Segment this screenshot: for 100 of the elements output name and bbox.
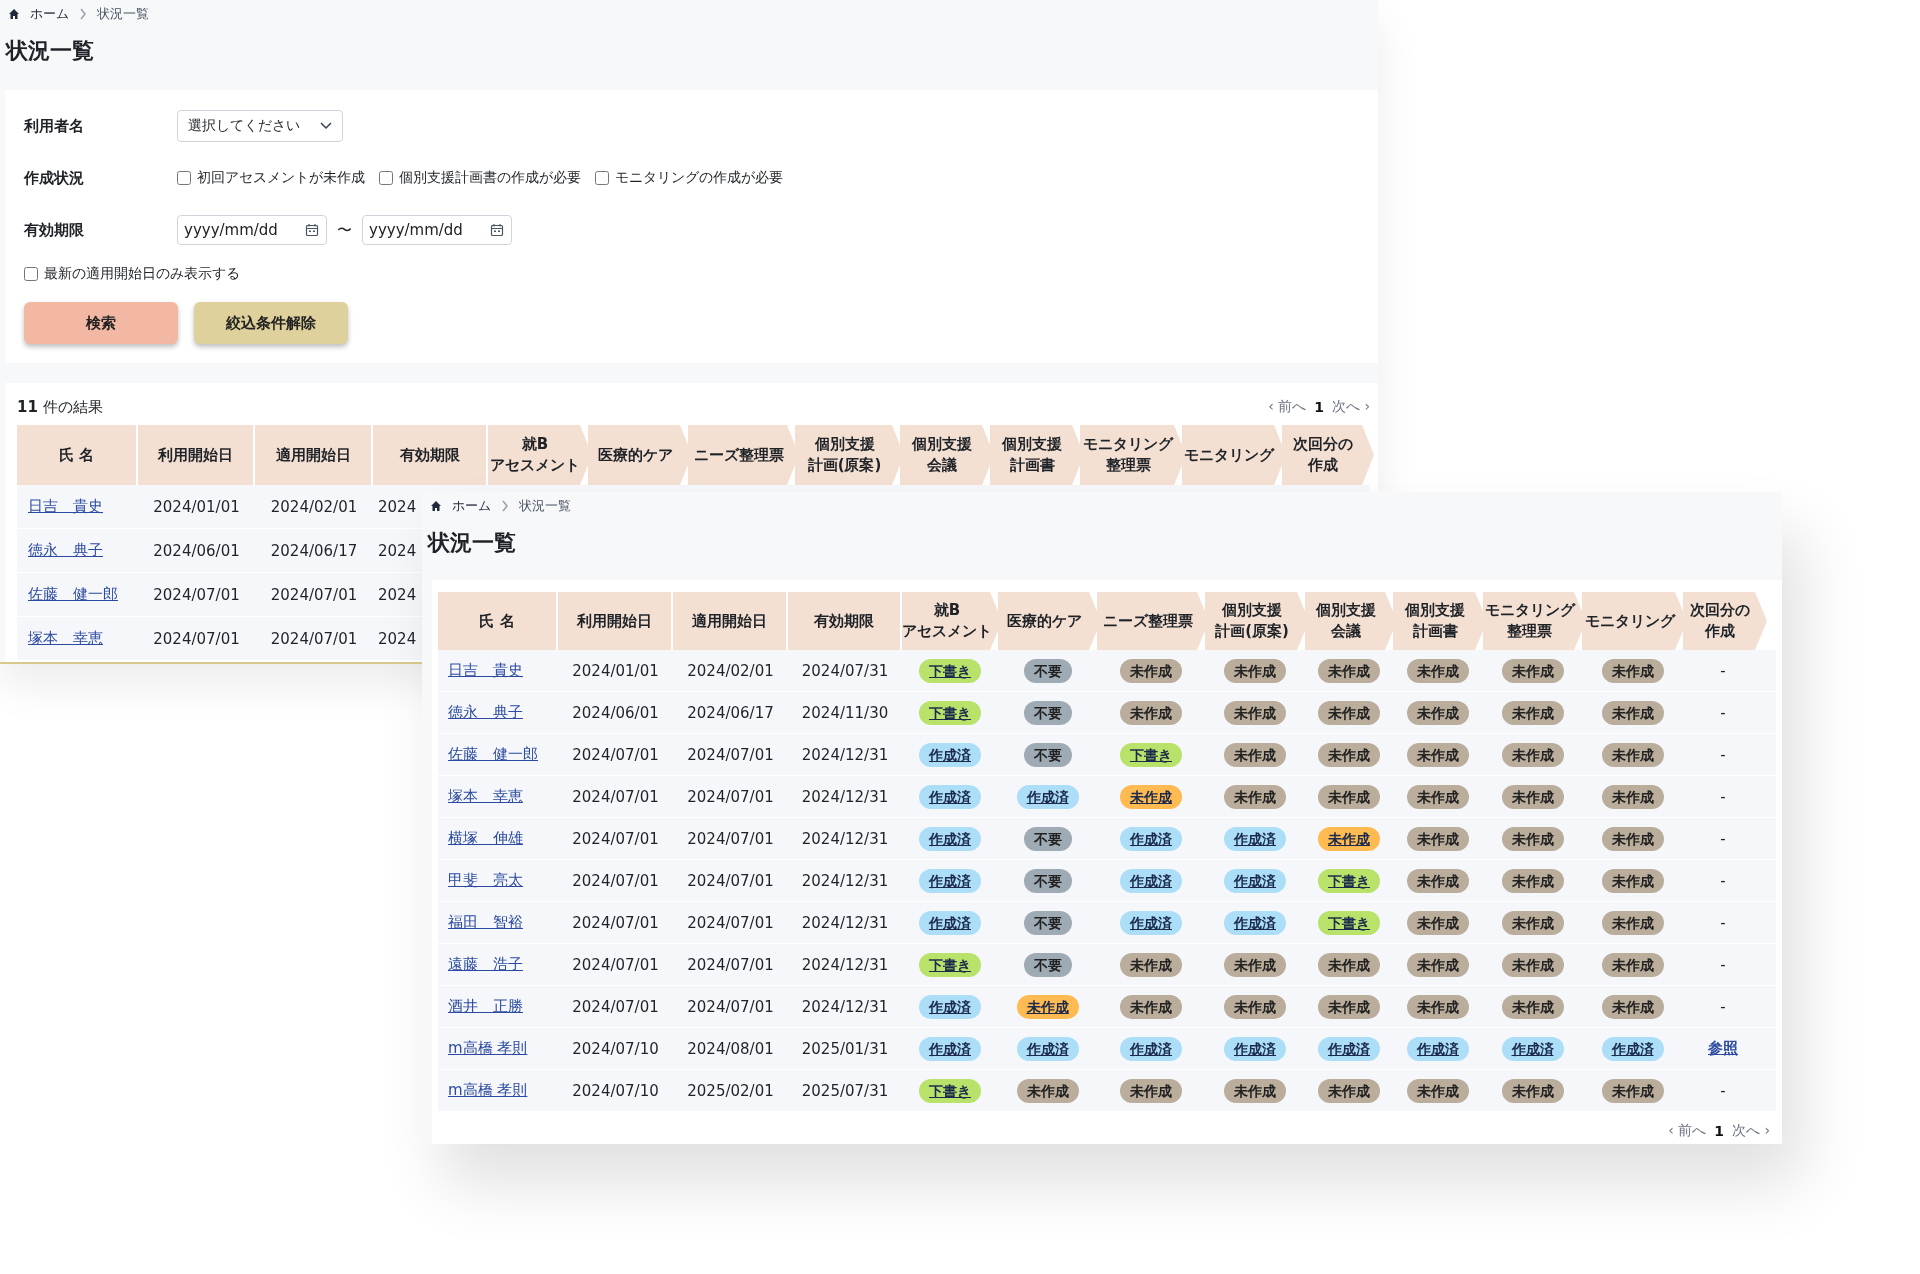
checkbox[interactable] bbox=[379, 171, 393, 185]
status-badge: 未作成 bbox=[1120, 1078, 1182, 1103]
user-select[interactable]: 選択してください bbox=[177, 110, 343, 142]
name-link[interactable]: 塚本 幸恵 bbox=[448, 787, 523, 806]
status-badge: 未作成 bbox=[1318, 700, 1380, 725]
clear-button[interactable]: 絞込条件解除 bbox=[194, 302, 348, 344]
status-badge[interactable]: 下書き bbox=[919, 700, 981, 725]
status-badge[interactable]: 未作成 bbox=[1318, 826, 1380, 851]
checkbox[interactable] bbox=[595, 171, 609, 185]
reference-link[interactable]: 参照 bbox=[1708, 1039, 1738, 1058]
table-cell: - bbox=[1720, 913, 1726, 932]
status-badge[interactable]: 作成済 bbox=[919, 826, 981, 851]
table-cell-text: 2024/07/01 bbox=[686, 870, 775, 892]
status-badge[interactable]: 下書き bbox=[1318, 910, 1380, 935]
name-link[interactable]: 日吉 貴史 bbox=[28, 497, 103, 516]
table-cell-text: 2024/07/01 bbox=[686, 786, 775, 808]
name-link[interactable]: m高橋 孝則 bbox=[448, 1081, 528, 1100]
status-badge[interactable]: 作成済 bbox=[919, 784, 981, 809]
breadcrumb-current: 状況一覧 bbox=[519, 497, 571, 515]
status-badge: 未作成 bbox=[1407, 1078, 1469, 1103]
status-badge: 未作成 bbox=[1120, 658, 1182, 683]
name-link[interactable]: 甲斐 亮太 bbox=[448, 871, 523, 890]
breadcrumb-link[interactable]: ホーム bbox=[30, 5, 69, 23]
column-header: 氏 名 bbox=[438, 592, 558, 650]
name-link[interactable]: 徳永 典子 bbox=[28, 541, 103, 560]
status-badge[interactable]: 作成済 bbox=[1120, 910, 1182, 935]
table-cell-text: 2024/12/31 bbox=[800, 786, 890, 808]
table-cell-text: 2024/07/01 bbox=[152, 628, 241, 650]
status-badge[interactable]: 作成済 bbox=[1224, 910, 1286, 935]
status-badge: 不要 bbox=[1023, 826, 1072, 851]
status-badge: 未作成 bbox=[1407, 868, 1469, 893]
status-badge[interactable]: 未作成 bbox=[1016, 994, 1079, 1019]
name-link[interactable]: 佐藤 健一郎 bbox=[448, 745, 538, 764]
search-button[interactable]: 検索 bbox=[24, 302, 178, 344]
status-badge[interactable]: 作成済 bbox=[1224, 826, 1286, 851]
name-link[interactable]: 横塚 伸雄 bbox=[448, 829, 523, 848]
status-badge[interactable]: 作成済 bbox=[1224, 1036, 1286, 1061]
status-badge: 未作成 bbox=[1501, 952, 1564, 977]
status-badge[interactable]: 下書き bbox=[919, 1078, 981, 1103]
name-link[interactable]: 徳永 典子 bbox=[448, 703, 523, 722]
status-badge[interactable]: 作成済 bbox=[919, 868, 981, 893]
status-badge[interactable]: 作成済 bbox=[1120, 826, 1182, 851]
table-cell-text: 2024/02/01 bbox=[269, 496, 359, 518]
calendar-icon bbox=[490, 223, 504, 237]
status-badge[interactable]: 作成済 bbox=[919, 1036, 981, 1061]
status-badge[interactable]: 作成済 bbox=[1601, 1036, 1664, 1061]
status-badge[interactable]: 下書き bbox=[1318, 868, 1380, 893]
table-cell-text: 2024/08/01 bbox=[686, 1038, 775, 1060]
next-link[interactable]: 次へ › bbox=[1331, 398, 1370, 416]
table-cell-text: 2024/07/01 bbox=[571, 786, 660, 808]
name-link[interactable]: 遠藤 浩子 bbox=[448, 955, 523, 974]
status-badge[interactable]: 作成済 bbox=[919, 742, 981, 767]
status-badge[interactable]: 下書き bbox=[919, 658, 981, 683]
status-badge: 未作成 bbox=[1601, 742, 1664, 767]
status-badge[interactable]: 作成済 bbox=[1407, 1036, 1469, 1061]
table-cell-text: 2024/07/01 bbox=[269, 628, 359, 650]
name-link[interactable]: 日吉 貴史 bbox=[448, 661, 523, 680]
table-cell-text: 2024/06/01 bbox=[152, 540, 241, 562]
column-header: 有効期限 bbox=[788, 592, 902, 650]
table-cell-text: 2024/01/01 bbox=[152, 496, 241, 518]
status-badge[interactable]: 作成済 bbox=[919, 994, 981, 1019]
page-number: 1 bbox=[1714, 1123, 1724, 1139]
table-cell: - bbox=[1720, 997, 1726, 1016]
status-badge[interactable]: 作成済 bbox=[1120, 868, 1182, 893]
checkbox[interactable] bbox=[24, 267, 38, 281]
status-badge: 未作成 bbox=[1407, 742, 1469, 767]
next-link[interactable]: 次へ › bbox=[1731, 1122, 1770, 1140]
prev-link[interactable]: ‹ 前へ bbox=[1268, 398, 1307, 416]
status-badge[interactable]: 作成済 bbox=[1016, 1036, 1079, 1061]
prev-link[interactable]: ‹ 前へ bbox=[1668, 1122, 1707, 1140]
status-badge: 未作成 bbox=[1501, 868, 1564, 893]
status-badge[interactable]: 作成済 bbox=[1318, 1036, 1380, 1061]
status-badge: 未作成 bbox=[1016, 1078, 1079, 1103]
status-badge[interactable]: 作成済 bbox=[1120, 1036, 1182, 1061]
name-link[interactable]: 佐藤 健一郎 bbox=[28, 585, 118, 604]
table-cell-text: 2024/06/17 bbox=[269, 540, 359, 562]
checkbox[interactable] bbox=[177, 171, 191, 185]
breadcrumb-link[interactable]: ホーム bbox=[452, 497, 491, 515]
table-cell-text: 2024/11/30 bbox=[800, 702, 890, 724]
breadcrumb-current: 状況一覧 bbox=[97, 5, 149, 23]
date-field[interactable]: yyyy/mm/dd bbox=[362, 215, 512, 245]
name-link[interactable]: m高橋 孝則 bbox=[448, 1039, 528, 1058]
table-cell-text: 2024/07/10 bbox=[571, 1080, 660, 1102]
status-badge[interactable]: 下書き bbox=[919, 952, 981, 977]
status-badge[interactable]: 作成済 bbox=[1224, 868, 1286, 893]
calendar-icon bbox=[305, 223, 319, 237]
name-link[interactable]: 塚本 幸恵 bbox=[28, 629, 103, 648]
status-badge[interactable]: 作成済 bbox=[1016, 784, 1079, 809]
status-badge[interactable]: 未作成 bbox=[1120, 784, 1182, 809]
status-badge: 不要 bbox=[1023, 952, 1072, 977]
status-badge: 未作成 bbox=[1501, 826, 1564, 851]
status-badge[interactable]: 下書き bbox=[1120, 742, 1182, 767]
date-field[interactable]: yyyy/mm/dd bbox=[177, 215, 327, 245]
column-header: 有効期限 bbox=[373, 425, 488, 485]
status-badge: 未作成 bbox=[1407, 700, 1469, 725]
name-link[interactable]: 酒井 正勝 bbox=[448, 997, 523, 1016]
name-link[interactable]: 福田 智裕 bbox=[448, 913, 523, 932]
table-cell-text: 2024/12/31 bbox=[800, 828, 890, 850]
status-badge[interactable]: 作成済 bbox=[919, 910, 981, 935]
status-badge[interactable]: 作成済 bbox=[1501, 1036, 1564, 1061]
